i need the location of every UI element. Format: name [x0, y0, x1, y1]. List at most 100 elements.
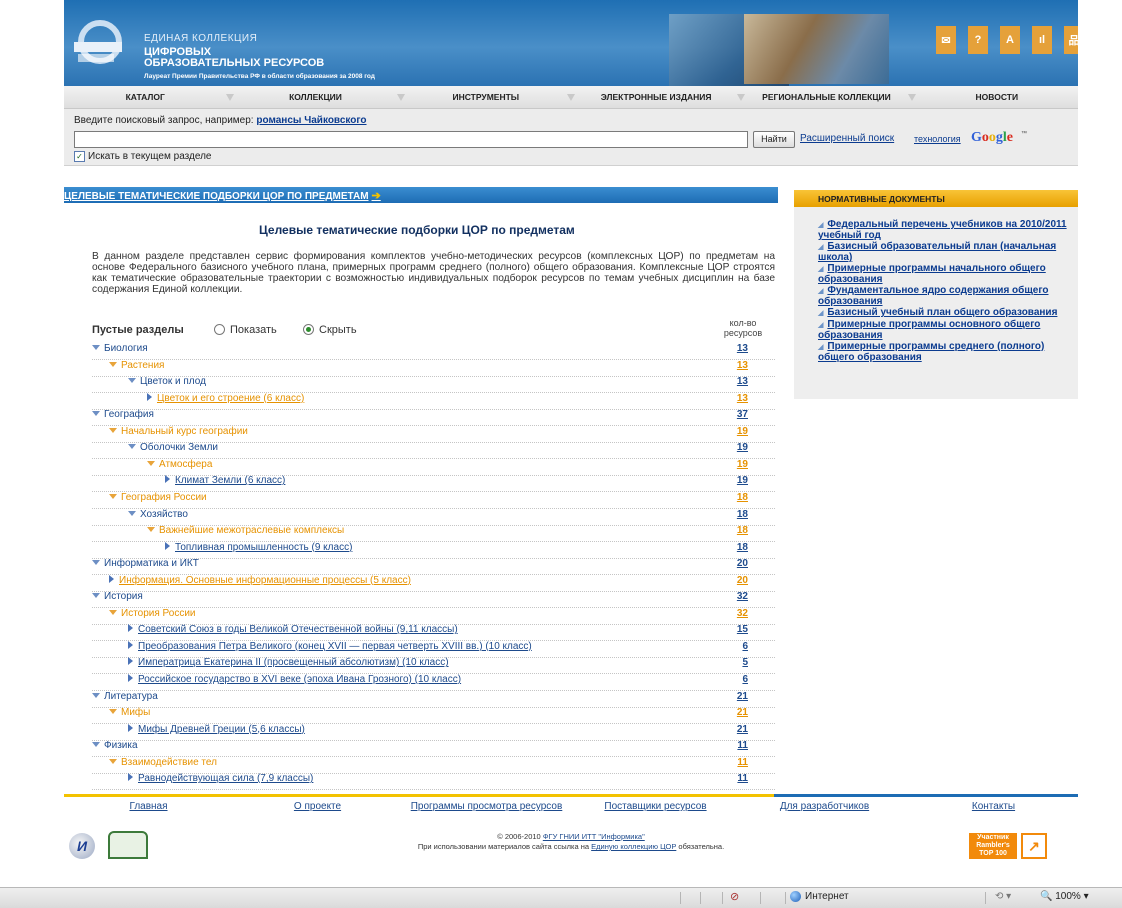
collapse-arrow-icon[interactable] [109, 609, 117, 615]
tree-item-label[interactable]: Начальный курс географии [109, 426, 248, 437]
tree-item-label[interactable]: Информация. Основные информационные проц… [109, 574, 411, 586]
tree-item-label[interactable]: Информатика и ИКТ [92, 558, 199, 569]
tree-item-label[interactable]: Важнейшие межотраслевые комплексы [147, 525, 344, 536]
resource-count[interactable]: 32 [737, 608, 748, 619]
tree-row[interactable]: Равнодействующая сила (7,9 классы) 11 [92, 772, 775, 791]
tree-item-label[interactable]: Хозяйство [128, 509, 188, 520]
tree-item-label[interactable]: Атмосфера [147, 459, 212, 470]
font-size-icon[interactable]: A [1000, 26, 1020, 54]
resource-count[interactable]: 19 [737, 459, 748, 470]
search-button[interactable]: Найти [753, 131, 795, 148]
blocked-content-icon[interactable]: ⊘ [730, 890, 739, 903]
tree-row[interactable]: Физика 11 [92, 739, 775, 758]
tree-item-label[interactable]: Цветок и его строение (6 класс) [147, 392, 304, 404]
collapse-arrow-icon[interactable] [147, 527, 155, 533]
protected-mode-icon[interactable]: ⟲ ▾ [995, 891, 1011, 902]
tree-row[interactable]: Цветок и плод 13 [92, 375, 775, 394]
footer-link-4[interactable]: Поставщики ресурсов [571, 801, 740, 812]
security-zone[interactable]: Интернет [790, 891, 849, 902]
collapse-arrow-icon[interactable] [109, 709, 117, 715]
tree-item-label[interactable]: Российское государство в XVI веке (эпоха… [128, 674, 461, 685]
tree-item-label[interactable]: Растения [109, 360, 164, 371]
collapse-arrow-icon[interactable] [92, 560, 100, 566]
menu-item-2[interactable]: КОЛЛЕКЦИИ [234, 92, 396, 102]
tree-row[interactable]: Советский Союз в годы Великой Отечествен… [92, 623, 775, 642]
tree-item-label[interactable]: География [92, 409, 154, 420]
tree-item-label[interactable]: География России [109, 492, 207, 503]
norm-doc-link[interactable]: Примерные программы среднего (полного) о… [818, 341, 1044, 363]
expand-arrow-icon[interactable] [147, 392, 152, 401]
norm-doc-link[interactable]: Федеральный перечень учебников на 2010/2… [818, 219, 1067, 241]
resource-count[interactable]: 18 [737, 542, 748, 553]
resource-count[interactable]: 13 [737, 393, 748, 404]
resource-count[interactable]: 20 [737, 575, 748, 586]
resource-count[interactable]: 15 [737, 624, 748, 635]
resource-count[interactable]: 11 [737, 740, 748, 751]
tree-row[interactable]: Климат Земли (6 класс) 19 [92, 474, 775, 493]
resource-count[interactable]: 18 [737, 509, 748, 520]
expand-arrow-icon[interactable] [128, 624, 133, 633]
tree-item-label[interactable]: Цветок и плод [128, 376, 206, 387]
section-bar-link[interactable]: ЦЕЛЕВЫЕ ТЕМАТИЧЕСКИЕ ПОДБОРКИ ЦОР ПО ПРЕ… [64, 189, 381, 202]
search-example-link[interactable]: романсы Чайковского [256, 115, 366, 126]
expand-arrow-icon[interactable] [128, 723, 133, 732]
resource-count[interactable]: 20 [737, 558, 748, 569]
norm-doc-link[interactable]: Примерные программы начального общего об… [818, 263, 1046, 285]
tree-row[interactable]: Взаимодействие тел 11 [92, 756, 775, 774]
resource-count[interactable]: 13 [737, 360, 748, 371]
sitemap-icon[interactable]: 品 [1064, 26, 1078, 54]
collection-logo-icon[interactable] [74, 20, 122, 64]
resource-count[interactable]: 6 [742, 641, 748, 652]
tree-row[interactable]: Атмосфера 19 [92, 458, 775, 476]
tree-row[interactable]: География 37 [92, 408, 775, 427]
help-icon[interactable]: ? [968, 26, 988, 54]
expand-arrow-icon[interactable] [165, 541, 170, 550]
rambler-counter[interactable]: Участник Rambler's TOP 100 ↗ [969, 833, 1047, 859]
menu-item-6[interactable]: НОВОСТИ [916, 92, 1078, 102]
collapse-arrow-icon[interactable] [109, 758, 117, 764]
collapse-arrow-icon[interactable] [92, 345, 100, 350]
advanced-search-link[interactable]: Расширенный поиск [800, 133, 894, 144]
collection-link[interactable]: Единую коллекцию ЦОР [591, 842, 676, 851]
tree-row[interactable]: Мифы 21 [92, 706, 775, 725]
expand-arrow-icon[interactable] [109, 574, 114, 583]
zoom-control[interactable]: 🔍 100% ▾ [1040, 891, 1089, 902]
tree-item-label[interactable]: Преобразования Петра Великого (конец XVI… [128, 640, 532, 652]
tree-item-label[interactable]: Мифы [109, 707, 150, 718]
tree-row[interactable]: Цветок и его строение (6 класс) 13 [92, 392, 775, 410]
mail-icon[interactable]: ✉ [936, 26, 956, 54]
tree-row[interactable]: Хозяйство 18 [92, 508, 775, 526]
show-empty-radio[interactable] [214, 324, 225, 335]
collapse-arrow-icon[interactable] [109, 427, 117, 433]
tree-item-label[interactable]: Императрица Екатерина II (просвещенный а… [128, 657, 449, 668]
resource-count[interactable]: 13 [737, 343, 748, 354]
resource-count[interactable]: 5 [742, 657, 748, 668]
resource-count[interactable]: 21 [737, 724, 748, 735]
resource-count[interactable]: 18 [737, 525, 748, 536]
footer-link-3[interactable]: Программы просмотра ресурсов [402, 801, 571, 812]
collapse-arrow-icon[interactable] [92, 692, 100, 698]
menu-item-1[interactable]: КАТАЛОГ [64, 92, 226, 102]
tree-item-label[interactable]: История России [109, 608, 196, 619]
hide-empty-radio[interactable] [303, 324, 314, 335]
collapse-arrow-icon[interactable] [92, 742, 100, 748]
tree-row[interactable]: Важнейшие межотраслевые комплексы 18 [92, 524, 775, 543]
resource-count[interactable]: 32 [737, 591, 748, 602]
collapse-arrow-icon[interactable] [128, 378, 136, 384]
resource-count[interactable]: 37 [737, 409, 748, 420]
tree-row[interactable]: Биология 13 [92, 342, 775, 360]
tree-row[interactable]: Мифы Древней Греции (5,6 классы) 21 [92, 723, 775, 741]
tree-item-label[interactable]: Литература [92, 691, 158, 702]
resource-count[interactable]: 6 [742, 674, 748, 685]
menu-item-4[interactable]: ЭЛЕКТРОННЫЕ ИЗДАНИЯ [575, 92, 737, 102]
search-in-section-checkbox[interactable]: ✓ [74, 151, 85, 162]
norm-doc-link[interactable]: Примерные программы основного общего обр… [818, 319, 1040, 341]
google-tech-link[interactable]: технология [914, 134, 961, 144]
resource-count[interactable]: 19 [737, 426, 748, 437]
collapse-arrow-icon[interactable] [109, 493, 117, 499]
tree-item-label[interactable]: Физика [92, 740, 138, 751]
tree-row[interactable]: Растения 13 [92, 359, 775, 377]
tree-item-label[interactable]: Оболочки Земли [128, 442, 218, 453]
tree-item-label[interactable]: Равнодействующая сила (7,9 классы) [128, 773, 313, 784]
tree-item-label[interactable]: Советский Союз в годы Великой Отечествен… [128, 624, 458, 635]
